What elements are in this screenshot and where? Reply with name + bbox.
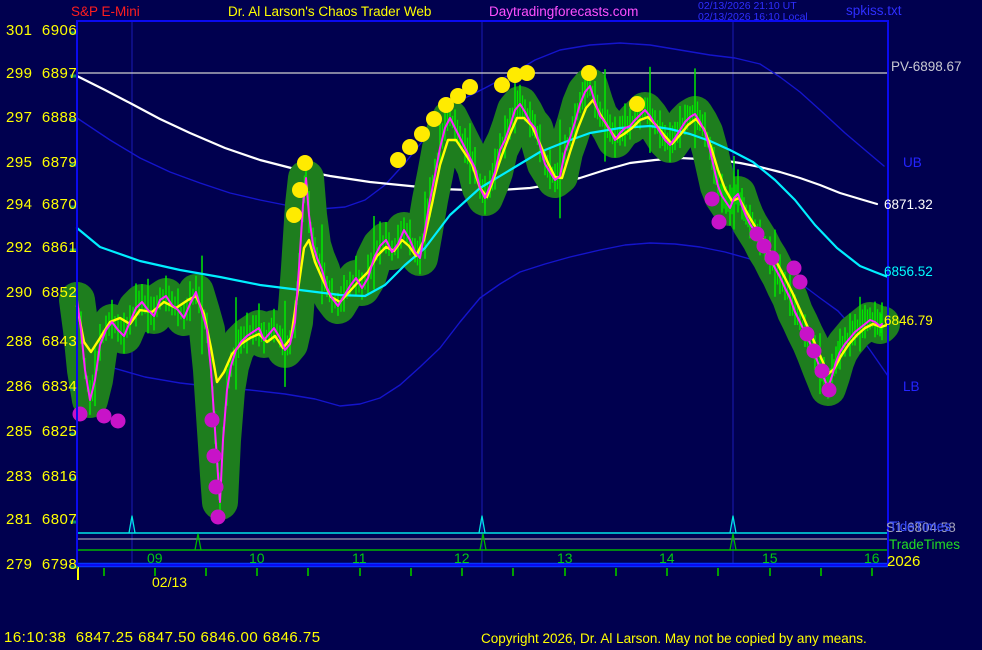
price-axis-row: 292 6861: [6, 240, 77, 255]
hour-label: 12: [454, 551, 470, 565]
pivot-level-label: PV-6898.67: [891, 60, 962, 74]
hour-label: 09: [147, 551, 163, 565]
local-timestamp: 02/13/2026 16:10 Local: [698, 12, 808, 23]
price-axis-row: 295 6879: [6, 155, 77, 170]
hour-label: 16: [864, 551, 880, 565]
page-title: Dr. Al Larson's Chaos Trader Web: [228, 5, 431, 19]
copyright-notice: Copyright 2026, Dr. Al Larson. May not b…: [481, 632, 867, 646]
symbol-label: S&P E-Mini: [71, 5, 140, 19]
hour-label: 13: [557, 551, 573, 565]
price-axis-row: 281 6807: [6, 512, 77, 527]
price-axis-row: 286 6834: [6, 379, 77, 394]
data-file-label[interactable]: spkiss.txt: [846, 4, 902, 18]
hour-label: 14: [659, 551, 675, 565]
last-price-value: 6846.79: [884, 314, 933, 328]
price-axis-row: 299 6897: [6, 66, 77, 81]
tide-times-label: TideTimes: [889, 520, 951, 534]
price-axis-row: 294 6870: [6, 197, 77, 212]
price-axis-row: 301 6906: [6, 23, 77, 38]
price-axis-row: 283 6816: [6, 469, 77, 484]
hour-label: 10: [249, 551, 265, 565]
quote-ohlc: 6847.25 6847.50 6846.00 6846.75: [76, 629, 321, 646]
chaos-trader-screen: S&P E-Mini Dr. Al Larson's Chaos Trader …: [0, 0, 982, 650]
price-axis-row: 288 6843: [6, 334, 77, 349]
hour-label: 15: [762, 551, 778, 565]
utc-timestamp: 02/13/2026 21:10 UT: [698, 1, 797, 12]
price-axis-row: 290 6852: [6, 285, 77, 300]
quote-line: 16:10:38 6847.25 6847.50 6846.00 6846.75: [4, 630, 321, 645]
upper-band-label: UB: [903, 156, 922, 170]
year-label: 2026: [887, 554, 920, 569]
cyan-ma-value: 6856.52: [884, 265, 933, 279]
white-ma-value: 6871.32: [884, 198, 933, 212]
hour-label: 11: [352, 551, 367, 565]
date-label: 02/13: [152, 575, 187, 589]
trade-times-label: TradeTimes: [889, 538, 960, 552]
price-axis-row: 279 6798: [6, 557, 77, 572]
site-link[interactable]: Daytradingforecasts.com: [489, 5, 638, 19]
lower-band-label: LB: [903, 380, 920, 394]
price-axis-row: 297 6888: [6, 110, 77, 125]
price-axis-row: 285 6825: [6, 424, 77, 439]
quote-time: 16:10:38: [4, 629, 66, 646]
